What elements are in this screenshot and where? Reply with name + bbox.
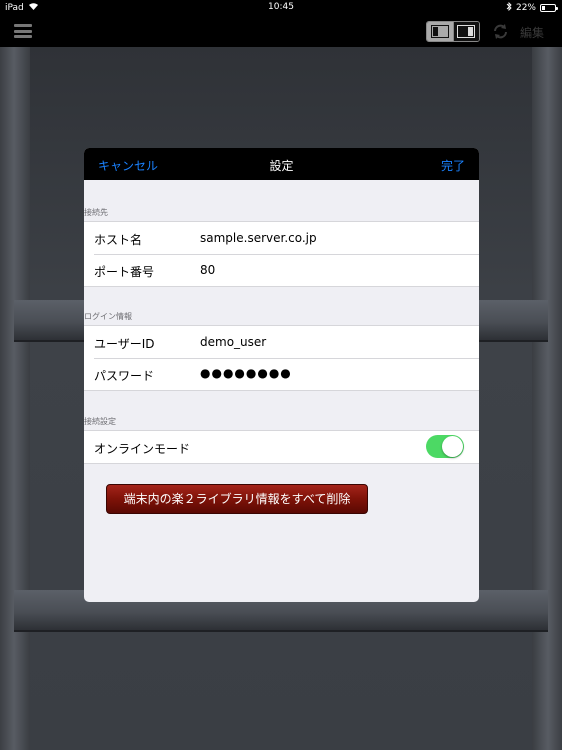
done-button[interactable]: 完了: [441, 157, 465, 174]
host-field[interactable]: sample.server.co.jp: [200, 231, 317, 245]
user-row[interactable]: ユーザーID demo_user: [84, 326, 479, 358]
login-group: ユーザーID demo_user パスワード ●●●●●●●●: [84, 325, 479, 391]
host-label: ホスト名: [94, 233, 143, 247]
online-mode-label: オンラインモード: [94, 442, 191, 456]
view-mode-toggle[interactable]: [426, 21, 480, 42]
settings-group: オンラインモード: [84, 430, 479, 464]
sync-icon[interactable]: [492, 23, 509, 40]
port-row[interactable]: ポート番号 80: [84, 254, 479, 286]
edit-button[interactable]: 編集: [520, 24, 544, 41]
switch-knob: [442, 436, 463, 457]
online-mode-row: オンラインモード: [84, 431, 479, 463]
online-mode-switch[interactable]: [426, 435, 464, 458]
battery-icon: [540, 4, 558, 12]
section-header-login: ログイン情報: [84, 312, 132, 321]
password-field[interactable]: ●●●●●●●●: [200, 366, 292, 380]
menu-icon[interactable]: [14, 22, 32, 40]
modal-header: キャンセル 設定 完了: [84, 148, 479, 180]
status-bar: iPad 10:45 22%: [0, 0, 562, 16]
modal-title: 設定: [269, 159, 294, 173]
password-row[interactable]: パスワード ●●●●●●●●: [84, 358, 479, 390]
list-view-icon[interactable]: [427, 22, 453, 41]
toolbar: 編集: [0, 16, 562, 47]
battery-percent: 22%: [515, 3, 536, 13]
user-id-label: ユーザーID: [94, 337, 155, 351]
port-field[interactable]: 80: [200, 263, 215, 277]
user-id-field[interactable]: demo_user: [200, 335, 266, 349]
port-label: ポート番号: [94, 265, 155, 279]
settings-modal: キャンセル 設定 完了 接続先 ホスト名 sample.server.co.jp…: [84, 148, 479, 602]
delete-library-button[interactable]: 端末内の楽２ライブラリ情報をすべて削除: [106, 484, 368, 514]
host-row[interactable]: ホスト名 sample.server.co.jp: [84, 222, 479, 254]
clock: 10:45: [268, 2, 294, 12]
connection-group: ホスト名 sample.server.co.jp ポート番号 80: [84, 221, 479, 287]
detail-view-icon[interactable]: [452, 22, 479, 41]
password-label: パスワード: [94, 369, 155, 383]
bluetooth-icon: [506, 1, 512, 14]
section-header-settings: 接続設定: [84, 417, 116, 426]
section-header-connection: 接続先: [84, 208, 108, 217]
